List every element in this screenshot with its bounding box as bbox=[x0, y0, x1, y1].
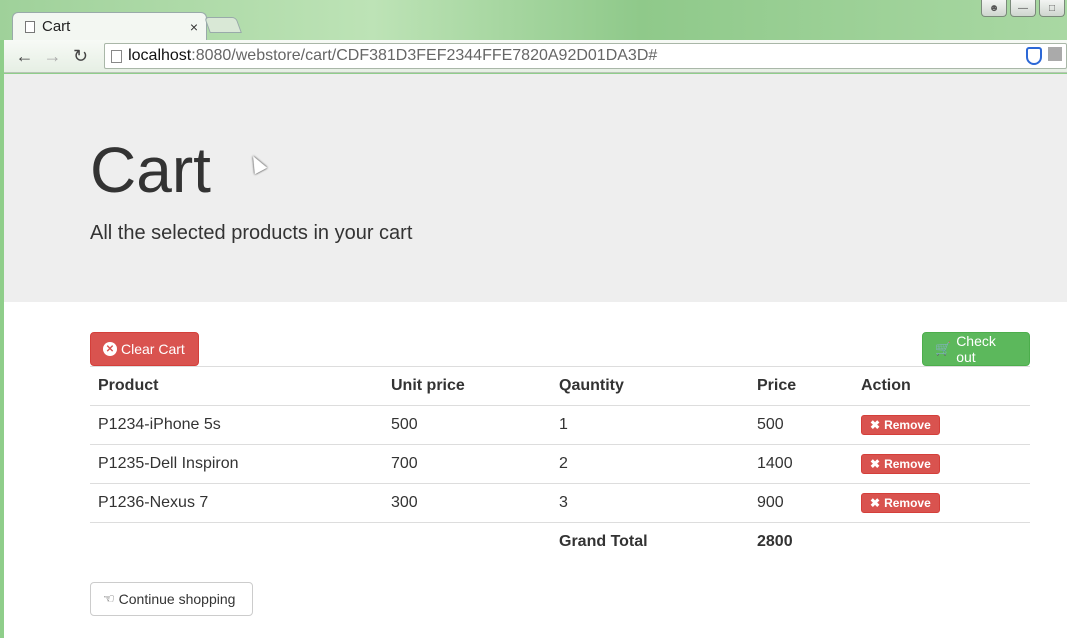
cart-table: Product Unit price Qauntity Price Action… bbox=[90, 366, 1030, 562]
jumbotron: Cart All the selected products in your c… bbox=[4, 74, 1067, 302]
hand-left-icon: ☜ bbox=[103, 590, 115, 606]
page-info-icon[interactable] bbox=[111, 49, 123, 63]
page-title: Cart bbox=[90, 134, 211, 206]
header-unit-price: Unit price bbox=[383, 366, 551, 406]
page-content: Cart All the selected products in your c… bbox=[4, 74, 1067, 638]
checkout-button[interactable]: 🛒 Check out bbox=[922, 332, 1030, 366]
table-row: P1235-Dell Inspiron 700 2 1400 ✖ Remove bbox=[90, 444, 1030, 484]
clear-cart-label: Clear Cart bbox=[121, 341, 185, 357]
table-row: P1234-iPhone 5s 500 1 500 ✖ Remove bbox=[90, 405, 1030, 445]
header-product: Product bbox=[90, 366, 383, 406]
page-icon bbox=[25, 20, 35, 33]
table-row: P1236-Nexus 7 300 3 900 ✖ Remove bbox=[90, 483, 1030, 523]
cell-action: ✖ Remove bbox=[853, 444, 1030, 484]
back-icon[interactable]: ← bbox=[12, 43, 37, 69]
cart-container: ✕ Clear Cart 🛒 Check out Product Unit pr… bbox=[90, 332, 1030, 616]
header-quantity: Qauntity bbox=[551, 366, 749, 406]
remove-label: Remove bbox=[884, 418, 931, 432]
translate-extension-icon[interactable] bbox=[1048, 47, 1063, 61]
checkout-label: Check out bbox=[956, 333, 996, 365]
remove-button[interactable]: ✖ Remove bbox=[861, 493, 940, 513]
cell-price: 900 bbox=[749, 483, 853, 523]
continue-shopping-label: Continue shopping bbox=[118, 590, 236, 607]
cell-product: P1234-iPhone 5s bbox=[90, 405, 383, 445]
cell-action: ✖ Remove bbox=[853, 483, 1030, 523]
new-tab-button[interactable] bbox=[204, 17, 242, 33]
cell-unit-price: 500 bbox=[383, 405, 551, 445]
header-price: Price bbox=[749, 366, 853, 406]
clear-cart-button[interactable]: ✕ Clear Cart bbox=[90, 332, 199, 366]
page-subtitle: All the selected products in your cart bbox=[90, 222, 413, 244]
continue-shopping-button[interactable]: ☜ Continue shopping bbox=[90, 581, 253, 616]
grand-total-row: Grand Total 2800 bbox=[90, 522, 1030, 562]
user-icon[interactable]: ☻ bbox=[981, 0, 1007, 17]
url-path: :8080/webstore/cart/CDF381D3FEF2344FFE78… bbox=[191, 47, 658, 64]
cell-action: ✖ Remove bbox=[853, 405, 1030, 445]
url-host: localhost bbox=[128, 47, 192, 64]
browser-titlebar: Cart × ☻ — □ bbox=[0, 0, 1067, 40]
window-controls: ☻ — □ bbox=[981, 0, 1065, 17]
cell-price: 1400 bbox=[749, 444, 853, 484]
table-header-row: Product Unit price Qauntity Price Action bbox=[90, 366, 1030, 406]
tab-close-icon[interactable]: × bbox=[190, 19, 198, 35]
maximize-icon[interactable]: □ bbox=[1039, 0, 1065, 17]
cell-product: P1235-Dell Inspiron bbox=[90, 444, 383, 484]
grand-total-label: Grand Total bbox=[551, 522, 749, 562]
address-bar[interactable]: localhost:8080/webstore/cart/CDF381D3FEF… bbox=[104, 43, 1067, 69]
remove-button[interactable]: ✖ Remove bbox=[861, 415, 940, 435]
reload-icon[interactable]: ↻ bbox=[68, 43, 93, 69]
cell-quantity: 2 bbox=[551, 444, 749, 484]
remove-button[interactable]: ✖ Remove bbox=[861, 454, 940, 474]
remove-x-icon: ✖ bbox=[870, 457, 881, 471]
tab-title: Cart bbox=[42, 18, 71, 35]
grand-total-value: 2800 bbox=[749, 522, 853, 562]
remove-x-icon: ✖ bbox=[870, 418, 881, 432]
cell-product: P1236-Nexus 7 bbox=[90, 483, 383, 523]
header-action: Action bbox=[853, 366, 1030, 406]
cell-unit-price: 300 bbox=[383, 483, 551, 523]
minimize-icon[interactable]: — bbox=[1010, 0, 1036, 17]
cell-quantity: 1 bbox=[551, 405, 749, 445]
cell-price: 500 bbox=[749, 405, 853, 445]
cell-quantity: 3 bbox=[551, 483, 749, 523]
remove-x-icon: ✖ bbox=[870, 496, 881, 510]
cell-unit-price: 700 bbox=[383, 444, 551, 484]
forward-icon[interactable]: → bbox=[40, 43, 65, 69]
shield-extension-icon[interactable] bbox=[1026, 47, 1043, 65]
browser-tab[interactable]: Cart × bbox=[12, 12, 207, 40]
browser-toolbar: ← → ↻ localhost:8080/webstore/cart/CDF38… bbox=[4, 40, 1067, 73]
shopping-cart-icon: 🛒 bbox=[935, 341, 952, 356]
remove-circle-icon: ✕ bbox=[103, 342, 117, 356]
remove-label: Remove bbox=[884, 457, 931, 471]
remove-label: Remove bbox=[884, 496, 931, 510]
